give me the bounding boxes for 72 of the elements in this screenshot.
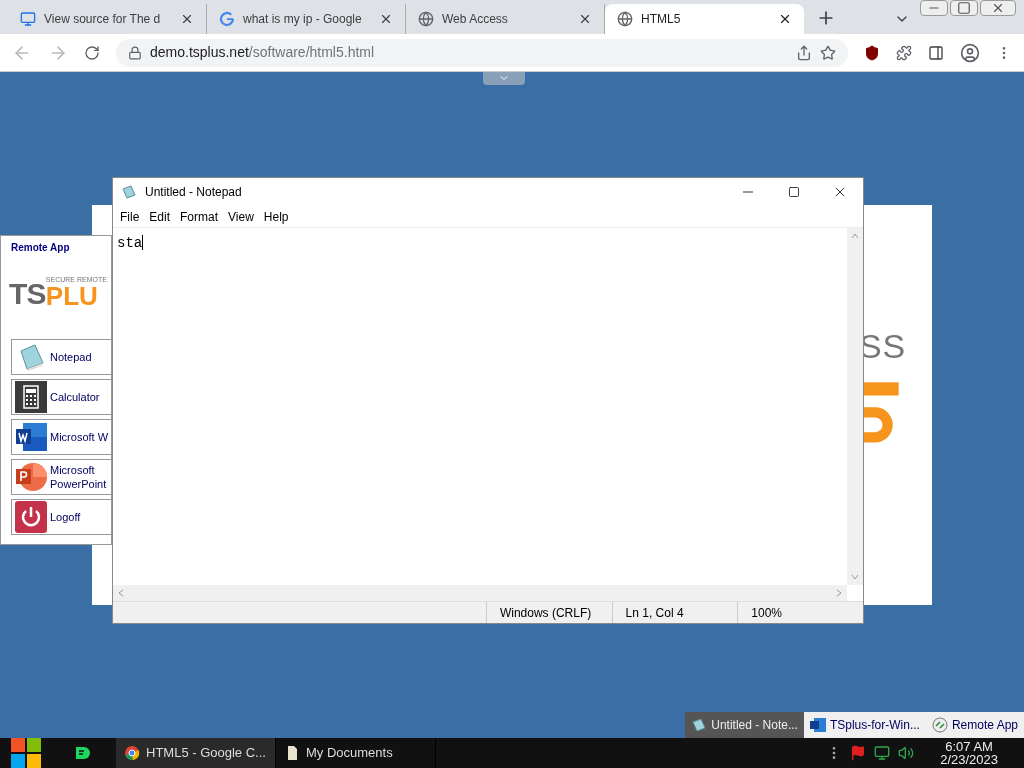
app-label: Logoff: [50, 510, 82, 524]
menu-item[interactable]: Edit: [144, 207, 176, 226]
logo-text: PLU: [45, 283, 98, 309]
app-label: Microsoft W: [50, 430, 110, 444]
logo-text: TS: [9, 279, 46, 309]
notepad-icon: [691, 717, 708, 733]
taskbar-button[interactable]: TSplus-for-Win...: [803, 712, 926, 738]
app-label: Microsoft PowerPoint: [50, 463, 108, 491]
app-launcher-item[interactable]: Notepad: [11, 339, 111, 375]
status-text: Ln 1, Col 4: [611, 602, 738, 623]
close-icon[interactable]: [578, 12, 592, 26]
app-label: Notepad: [50, 350, 93, 364]
taskbar-button[interactable]: Untitled - Note...: [685, 712, 804, 738]
status-text: 100%: [737, 602, 863, 623]
panel-title: Remote App: [10, 241, 71, 255]
taskbar-label: Remote App: [951, 717, 1018, 734]
taskbar-label: Untitled - Note...: [711, 717, 798, 734]
close-icon[interactable]: [379, 12, 393, 26]
chat-icon[interactable]: [74, 745, 90, 761]
document-icon: [15, 421, 47, 453]
menu-item[interactable]: View: [223, 207, 259, 226]
side-panel-icon[interactable]: [928, 44, 944, 61]
menu-item[interactable]: Format: [175, 207, 224, 226]
taskbar-button[interactable]: HTML5 - Google C...: [116, 738, 276, 768]
globe-icon: [617, 11, 633, 27]
url-text: demo.tsplus.net/software/html5.html: [150, 43, 375, 62]
window-title: Untitled - Notepad: [145, 184, 243, 201]
reload-icon[interactable]: [84, 44, 100, 61]
remote-icon: [931, 717, 948, 733]
document-icon: [809, 717, 826, 733]
tab-title: HTML5: [641, 11, 681, 28]
tab-title: Web Access: [442, 11, 508, 28]
app-label: Calculator: [50, 390, 101, 404]
speaker-icon[interactable]: [898, 745, 915, 761]
google-icon: [219, 11, 235, 27]
tab-title: what is my ip - Google: [243, 11, 362, 28]
share-icon[interactable]: [796, 44, 812, 61]
calculator-icon: [15, 381, 47, 413]
maximize-icon[interactable]: [788, 186, 800, 198]
shield-icon[interactable]: [864, 44, 880, 61]
collapse-handle[interactable]: [483, 72, 525, 85]
text-area[interactable]: sta: [113, 228, 847, 585]
taskbar-button[interactable]: Remote App: [925, 712, 1024, 738]
clock-time: 6:07 AM: [945, 740, 993, 753]
network-icon[interactable]: [874, 745, 891, 761]
profile-icon[interactable]: [960, 42, 980, 63]
close-icon[interactable]: [180, 12, 194, 26]
chrome-icon: [124, 745, 140, 761]
menu-item[interactable]: File: [115, 207, 145, 226]
taskbar-label: My Documents: [306, 744, 393, 763]
taskbar-label: HTML5 - Google C...: [146, 744, 266, 763]
address-bar[interactable]: demo.tsplus.net/software/html5.html: [116, 38, 848, 67]
presentation-icon: [15, 461, 47, 493]
globe-icon: [418, 11, 434, 27]
flag-icon[interactable]: [850, 745, 867, 761]
taskbar-label: TSplus-for-Win...: [829, 717, 920, 734]
menu-item[interactable]: Help: [258, 207, 294, 226]
monitor-icon: [20, 11, 36, 27]
close-icon[interactable]: [980, 0, 1016, 16]
power-icon: [15, 501, 47, 533]
status-text: Windows (CRLF): [485, 602, 612, 623]
notepad-icon: [121, 184, 137, 200]
tab-title: View source for The d: [44, 11, 161, 28]
clock-date: 2/23/2023: [940, 753, 998, 766]
restore-icon[interactable]: [950, 0, 978, 16]
document-text: sta: [117, 235, 143, 251]
bookmark-icon[interactable]: [820, 44, 836, 61]
lock-icon: [128, 45, 142, 60]
browser-tab[interactable]: HTML5: [605, 4, 804, 34]
close-icon[interactable]: [778, 12, 792, 26]
extensions-icon[interactable]: [896, 44, 912, 61]
start-icon[interactable]: [10, 738, 42, 768]
